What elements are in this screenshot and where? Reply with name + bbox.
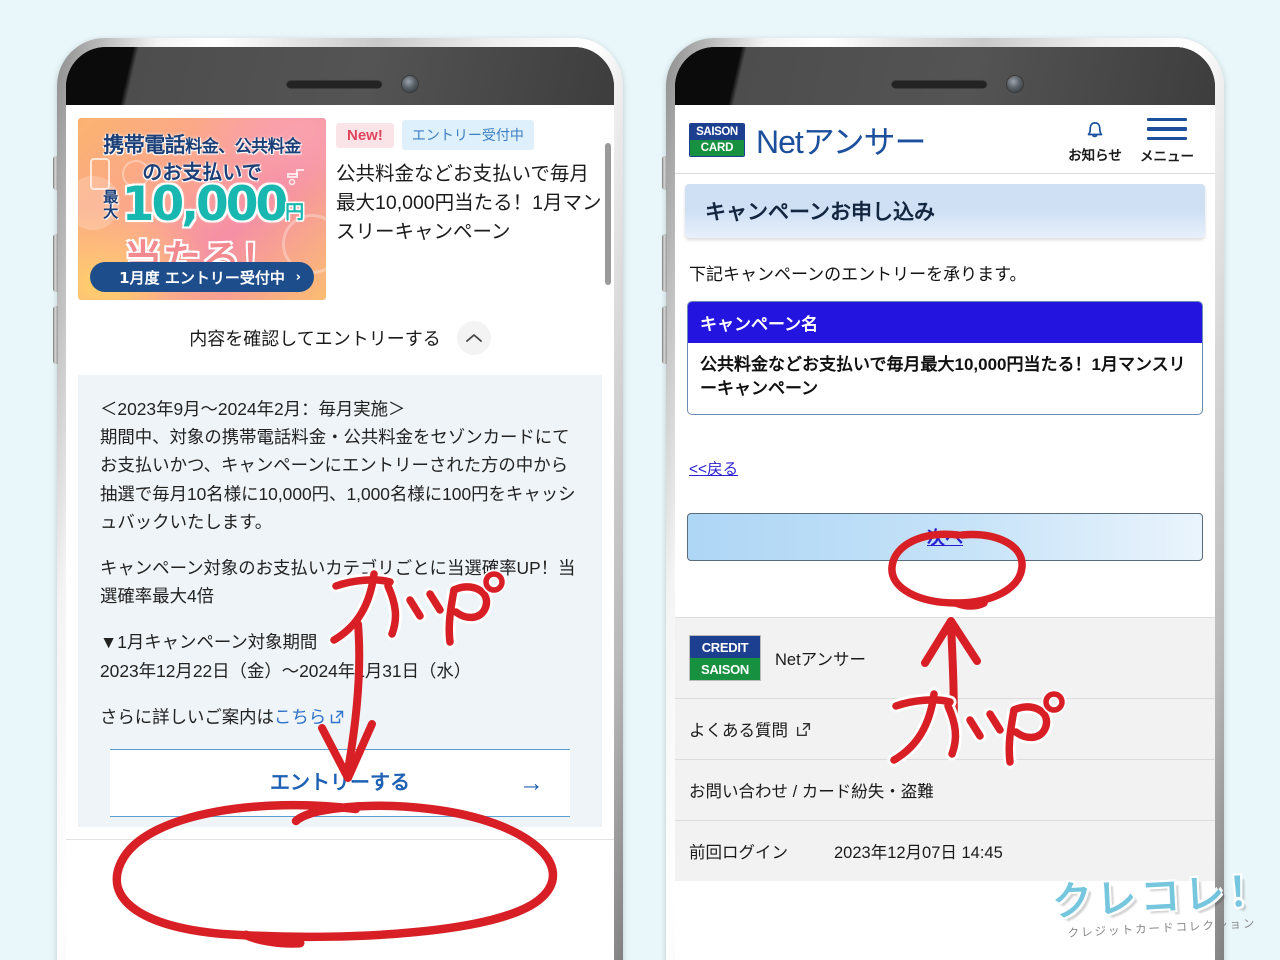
campaign-banner-image[interactable]: 携帯電話料金、公共料金 のお支払いで 最大 10,000 円 当たる！ 1月度 … [78,118,326,300]
right-phone-frame: SAISON CARD Netアンサー お知らせ メニュー キャンペーンお申し込… [662,38,1224,960]
back-link[interactable]: <<戻る [689,461,738,478]
banner-saidai-label: 最大 [103,188,119,221]
left-phone-body: 携帯電話料金、公共料金 のお支払いで 最大 10,000 円 当たる！ 1月度 … [66,47,614,960]
detail-paragraph-4: さらに詳しいご案内はこちら [100,703,580,731]
campaign-name-table: キャンペーン名 公共料金などお支払いで毎月最大10,000円当たる！1月マンスリ… [687,301,1203,416]
campaign-meta: New! エントリー受付中 公共料金などお支払いで毎月最大10,000円当たる！… [336,118,602,300]
phone-volume-up-button [53,234,58,292]
detail-link-prefix: さらに詳しいご案内は [100,706,274,727]
notifications-button[interactable]: お知らせ [1059,116,1131,164]
credit-saison-logo-icon: CREDIT SAISON [689,635,761,682]
phone-volume-down-button [53,306,58,364]
detail-paragraph-2: キャンペーン対象のお支払いカテゴリごとに当選確率UP！当選確率最大4倍 [100,557,576,607]
accordion-toggle[interactable]: 内容を確認してエントリーする [66,300,614,375]
menu-label: メニュー [1140,149,1194,164]
speaker-grille-icon [286,79,383,89]
right-phone-screen: SAISON CARD Netアンサー お知らせ メニュー キャンペーンお申し込… [675,105,1215,960]
footer-brand-text: Netアンサー [775,651,867,670]
menu-button[interactable]: メニュー [1131,115,1203,165]
campaign-table-header: キャンペーン名 [688,302,1202,343]
left-phone-screen: 携帯電話料金、公共料金 のお支払いで 最大 10,000 円 当たる！ 1月度 … [66,105,614,960]
hamburger-menu-icon [1147,115,1187,143]
footer-contact-label: お問い合わせ / カード紛失・盗難 [689,783,934,802]
external-link-icon-faq [796,722,811,736]
left-phone-bezel [66,47,614,105]
last-login-value: 2023年12月07日 14:45 [834,844,1003,863]
left-phone-frame: 携帯電話料金、公共料金 のお支払いで 最大 10,000 円 当たる！ 1月度 … [53,38,623,960]
lead-text: 下記キャンペーンのエントリーを承ります。 [689,265,1027,284]
accordion-label: 内容を確認してエントリーする [189,329,441,349]
badge-group: New! エントリー受付中 [336,120,602,150]
saison-logo-top: SAISON [690,124,744,140]
chevron-right-icon: › [295,269,301,285]
external-link-icon [330,710,344,723]
detail-more-link[interactable]: こちら [274,707,326,727]
notifications-label: お知らせ [1068,148,1122,163]
campaign-card[interactable]: 携帯電話料金、公共料金 のお支払いで 最大 10,000 円 当たる！ 1月度 … [66,105,614,300]
saison-card-logo-icon: SAISON CARD [689,123,745,157]
bell-icon [1087,122,1103,138]
phone-silent-switch [53,156,58,190]
next-button-label: 次へ [927,528,963,549]
banner-entry-pill[interactable]: 1月度 エントリー受付中 › [90,262,314,292]
badge-new: New! [336,122,394,148]
campaign-title: 公共料金などお支払いで毎月最大10,000円当たる！1月マンスリーキャンペーン [336,163,602,243]
banner-yen-unit: 円 [285,201,305,223]
left-bottom-divider [66,838,614,859]
phone-silent-switch-right [662,156,667,190]
chevron-up-icon[interactable] [456,321,491,355]
credit-saison-logo-bottom: SAISON [690,658,760,681]
last-login-label: 前回ログイン [689,844,788,863]
back-link-row: <<戻る [675,415,1215,479]
phone-volume-down-button-right [662,306,667,364]
entry-button[interactable]: エントリーする → [110,748,570,817]
right-phone-body: SAISON CARD Netアンサー お知らせ メニュー キャンペーンお申し込… [675,47,1215,960]
app-brand-title: Netアンサー [756,124,927,160]
saison-logo-bottom: CARD [690,140,744,156]
entry-button-label: エントリーする [270,771,410,794]
badge-entry-open: エントリー受付中 [401,120,534,150]
footer-brand-row: CREDIT SAISON Netアンサー [675,618,1215,700]
banner-pill-label: 1月度 エントリー受付中 [119,268,285,287]
footer-contact-row[interactable]: お問い合わせ / カード紛失・盗難 [675,760,1215,822]
credit-saison-logo-top: CREDIT [690,636,760,659]
banner-amount: 10,000 [121,177,288,232]
campaign-detail-body: ＜2023年9月〜2024年2月：毎月実施＞ 期間中、対象の携帯電話料金・公共料… [78,375,602,827]
arrow-right-icon: → [519,768,544,797]
footer-faq-row[interactable]: よくある質問 [675,699,1215,761]
campaign-table-value: 公共料金などお支払いで毎月最大10,000円当たる！1月マンスリーキャンペーン [700,355,1186,399]
page-scrollbar[interactable] [605,143,611,285]
speaker-grille-icon-right [891,79,988,89]
banner-line-1: 携帯電話料金、公共料金 [103,133,301,157]
screenshot-root: 携帯電話料金、公共料金 のお支払いで 最大 10,000 円 当たる！ 1月度 … [0,0,1280,960]
detail-paragraph-3: ▼1月キャンペーン対象期間 2023年12月22日（金）〜2024年1月31日（… [100,632,472,681]
page-title: キャンペーンお申し込み [685,184,1205,238]
app-header: SAISON CARD Netアンサー お知らせ メニュー [675,105,1215,174]
footer-last-login-row: 前回ログイン 2023年12月07日 14:45 [675,821,1215,881]
footer-faq-label: よくある質問 [689,722,788,741]
front-camera-icon-right [1007,76,1023,92]
phone-volume-up-button-right [662,234,667,292]
app-footer: CREDIT SAISON Netアンサー よくある質問 お問い合わせ / カー… [675,617,1215,882]
right-phone-bezel [675,47,1215,105]
next-button[interactable]: 次へ [687,513,1203,562]
front-camera-icon [402,76,418,92]
detail-paragraph-1: ＜2023年9月〜2024年2月：毎月実施＞ 期間中、対象の携帯電話料金・公共料… [100,399,576,532]
